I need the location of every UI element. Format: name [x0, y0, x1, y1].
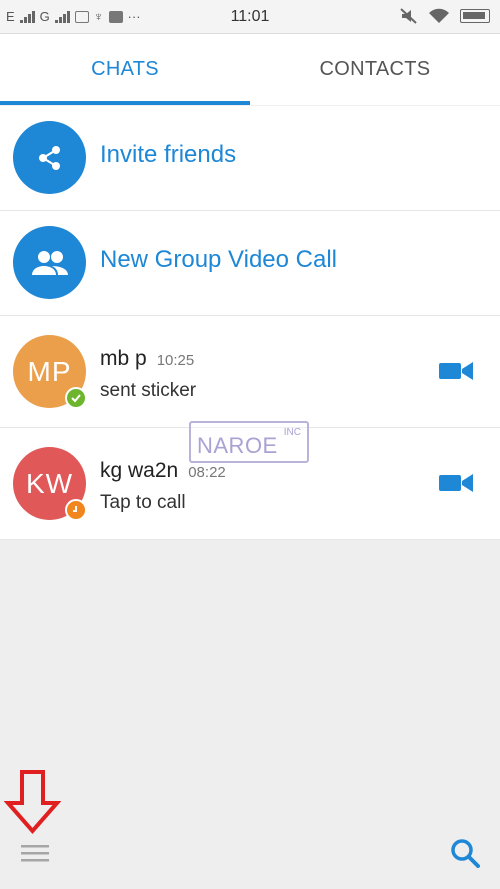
mute-icon — [400, 8, 417, 24]
video-call-icon[interactable] — [439, 361, 473, 381]
invite-friends-row[interactable]: Invite friends — [0, 106, 500, 211]
watermark-sup: INC — [283, 427, 301, 438]
share-icon — [38, 145, 60, 170]
contact-name-row: mb p 10:25 — [100, 347, 194, 371]
search-icon[interactable] — [450, 838, 480, 868]
message-time: 10:25 — [156, 352, 195, 369]
contact-name: mb p — [100, 347, 147, 370]
avatar-initials: KW — [25, 467, 74, 499]
new-group-video-call-label: New Group Video Call — [100, 246, 338, 273]
message-time: 08:22 — [188, 464, 226, 481]
annotation-arrow-icon — [4, 770, 61, 835]
wifi-icon — [429, 8, 449, 23]
avatar: MP — [13, 335, 87, 409]
group-icon — [31, 250, 68, 275]
chat-row-mb-p[interactable]: MP mb p 10:25 sent sticker — [0, 316, 500, 428]
online-status-icon — [65, 387, 87, 409]
avatar-initials: MP — [27, 355, 72, 387]
new-group-video-call-row[interactable]: New Group Video Call — [0, 211, 500, 316]
chat-list: Invite friends New Group Video Call MP m… — [0, 106, 500, 540]
tab-contacts[interactable]: CONTACTS — [250, 34, 500, 105]
video-call-icon[interactable] — [439, 473, 473, 493]
avatar: KW — [13, 447, 87, 521]
last-message: sent sticker — [100, 380, 197, 401]
tab-chats[interactable]: CHATS — [0, 34, 250, 105]
group-avatar — [13, 226, 86, 299]
watermark-text: NAROE — [197, 433, 278, 458]
tab-bar: CHATS CONTACTS — [0, 34, 500, 105]
contact-name: kg wa2n — [100, 459, 179, 482]
status-bar: E G ♆ ··· 11:01 — [0, 0, 500, 34]
active-tab-indicator — [0, 101, 250, 105]
watermark: NAROE INC — [189, 421, 309, 463]
away-status-icon — [65, 499, 87, 521]
menu-icon[interactable] — [21, 843, 49, 863]
battery-icon — [460, 9, 490, 23]
last-message: Tap to call — [100, 492, 186, 513]
invite-friends-label: Invite friends — [100, 141, 237, 168]
invite-avatar — [13, 121, 86, 194]
status-right — [400, 8, 490, 24]
